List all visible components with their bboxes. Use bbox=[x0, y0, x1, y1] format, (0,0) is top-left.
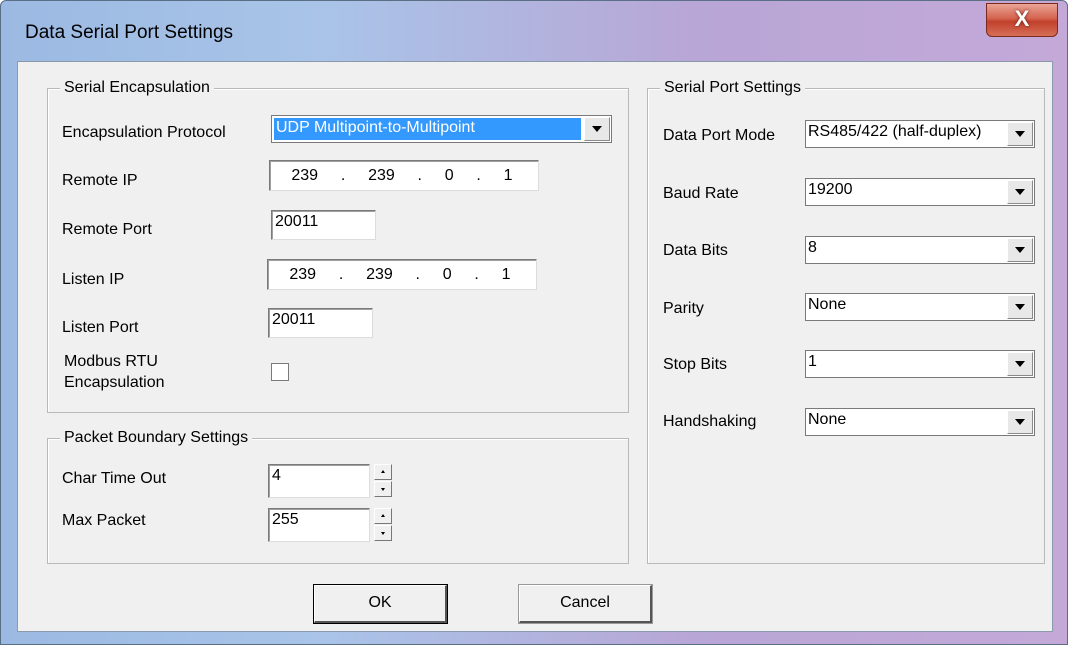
packet-boundary-group: Packet Boundary Settings bbox=[47, 429, 629, 564]
parity-value: None bbox=[808, 296, 847, 313]
remote-ip-field[interactable]: 239. 239. 0. 1 bbox=[269, 160, 539, 191]
close-button[interactable]: X bbox=[986, 3, 1058, 37]
baud-rate-value: 19200 bbox=[808, 181, 853, 198]
chevron-down-icon[interactable] bbox=[1007, 180, 1033, 204]
parity-label: Parity bbox=[663, 300, 704, 317]
ip-octet: 0 bbox=[442, 265, 452, 283]
handshaking-label: Handshaking bbox=[663, 413, 757, 430]
stop-bits-value: 1 bbox=[808, 353, 817, 370]
spin-down-icon[interactable] bbox=[374, 481, 392, 497]
ip-octet: 1 bbox=[503, 166, 513, 184]
chevron-down-icon[interactable] bbox=[1007, 122, 1033, 146]
spin-up-icon[interactable] bbox=[374, 464, 392, 480]
listen-port-label: Listen Port bbox=[62, 319, 139, 336]
ok-button[interactable]: OK bbox=[313, 584, 448, 624]
remote-port-label: Remote Port bbox=[62, 221, 152, 238]
dialog-window: Data Serial Port Settings X Serial Encap… bbox=[0, 0, 1068, 645]
ip-octet: 239 bbox=[289, 265, 317, 283]
char-timeout-input[interactable]: 4 bbox=[268, 464, 370, 498]
modbus-label-line1: Modbus RTU bbox=[64, 353, 158, 370]
window-title: Data Serial Port Settings bbox=[25, 22, 234, 43]
max-packet-spinner[interactable] bbox=[374, 508, 392, 542]
max-packet-input[interactable]: 255 bbox=[268, 508, 370, 542]
data-port-mode-select[interactable]: RS485/422 (half-duplex) bbox=[805, 120, 1035, 148]
chevron-down-icon[interactable] bbox=[1007, 295, 1033, 319]
chevron-down-icon[interactable] bbox=[1007, 238, 1033, 262]
remote-ip-label: Remote IP bbox=[62, 172, 138, 189]
title-bar[interactable]: Data Serial Port Settings X bbox=[1, 1, 1067, 63]
group-label: Serial Port Settings bbox=[660, 79, 805, 97]
char-timeout-label: Char Time Out bbox=[62, 470, 167, 487]
data-port-mode-label: Data Port Mode bbox=[663, 127, 776, 144]
handshaking-value: None bbox=[808, 411, 847, 428]
data-bits-label: Data Bits bbox=[663, 242, 728, 259]
ip-octet: 0 bbox=[444, 166, 454, 184]
chevron-down-icon[interactable] bbox=[584, 117, 610, 141]
encapsulation-protocol-select[interactable]: UDP Multipoint-to-Multipoint bbox=[271, 115, 612, 143]
spin-up-icon[interactable] bbox=[374, 508, 392, 524]
listen-ip-label: Listen IP bbox=[62, 271, 125, 288]
handshaking-select[interactable]: None bbox=[805, 408, 1035, 436]
chevron-down-icon[interactable] bbox=[1007, 352, 1033, 376]
data-bits-select[interactable]: 8 bbox=[805, 236, 1035, 264]
listen-ip-field[interactable]: 239. 239. 0. 1 bbox=[267, 259, 537, 290]
parity-select[interactable]: None bbox=[805, 293, 1035, 321]
data-port-mode-value: RS485/422 (half-duplex) bbox=[808, 123, 982, 140]
cancel-button[interactable]: Cancel bbox=[518, 584, 653, 624]
encapsulation-protocol-value: UDP Multipoint-to-Multipoint bbox=[274, 118, 581, 140]
remote-port-input[interactable]: 20011 bbox=[271, 210, 376, 240]
serial-port-group: Serial Port Settings bbox=[647, 79, 1045, 564]
data-bits-value: 8 bbox=[808, 239, 817, 256]
ip-octet: 239 bbox=[291, 166, 319, 184]
chevron-down-icon[interactable] bbox=[1007, 410, 1033, 434]
baud-rate-label: Baud Rate bbox=[663, 185, 739, 202]
stop-bits-label: Stop Bits bbox=[663, 356, 728, 373]
baud-rate-select[interactable]: 19200 bbox=[805, 178, 1035, 206]
ip-octet: 1 bbox=[501, 265, 511, 283]
modbus-rtu-checkbox[interactable] bbox=[271, 363, 289, 381]
group-label: Serial Encapsulation bbox=[60, 79, 214, 97]
listen-port-input[interactable]: 20011 bbox=[268, 308, 373, 338]
encapsulation-protocol-label: Encapsulation Protocol bbox=[62, 124, 226, 141]
max-packet-label: Max Packet bbox=[62, 512, 146, 529]
dialog-body: Serial Encapsulation Encapsulation Proto… bbox=[17, 61, 1053, 632]
spin-down-icon[interactable] bbox=[374, 525, 392, 541]
stop-bits-select[interactable]: 1 bbox=[805, 350, 1035, 378]
char-timeout-spinner[interactable] bbox=[374, 464, 392, 498]
ip-octet: 239 bbox=[366, 265, 393, 283]
group-label: Packet Boundary Settings bbox=[60, 429, 253, 447]
modbus-label-line2: Encapsulation bbox=[64, 374, 165, 391]
ip-octet: 239 bbox=[368, 166, 395, 184]
